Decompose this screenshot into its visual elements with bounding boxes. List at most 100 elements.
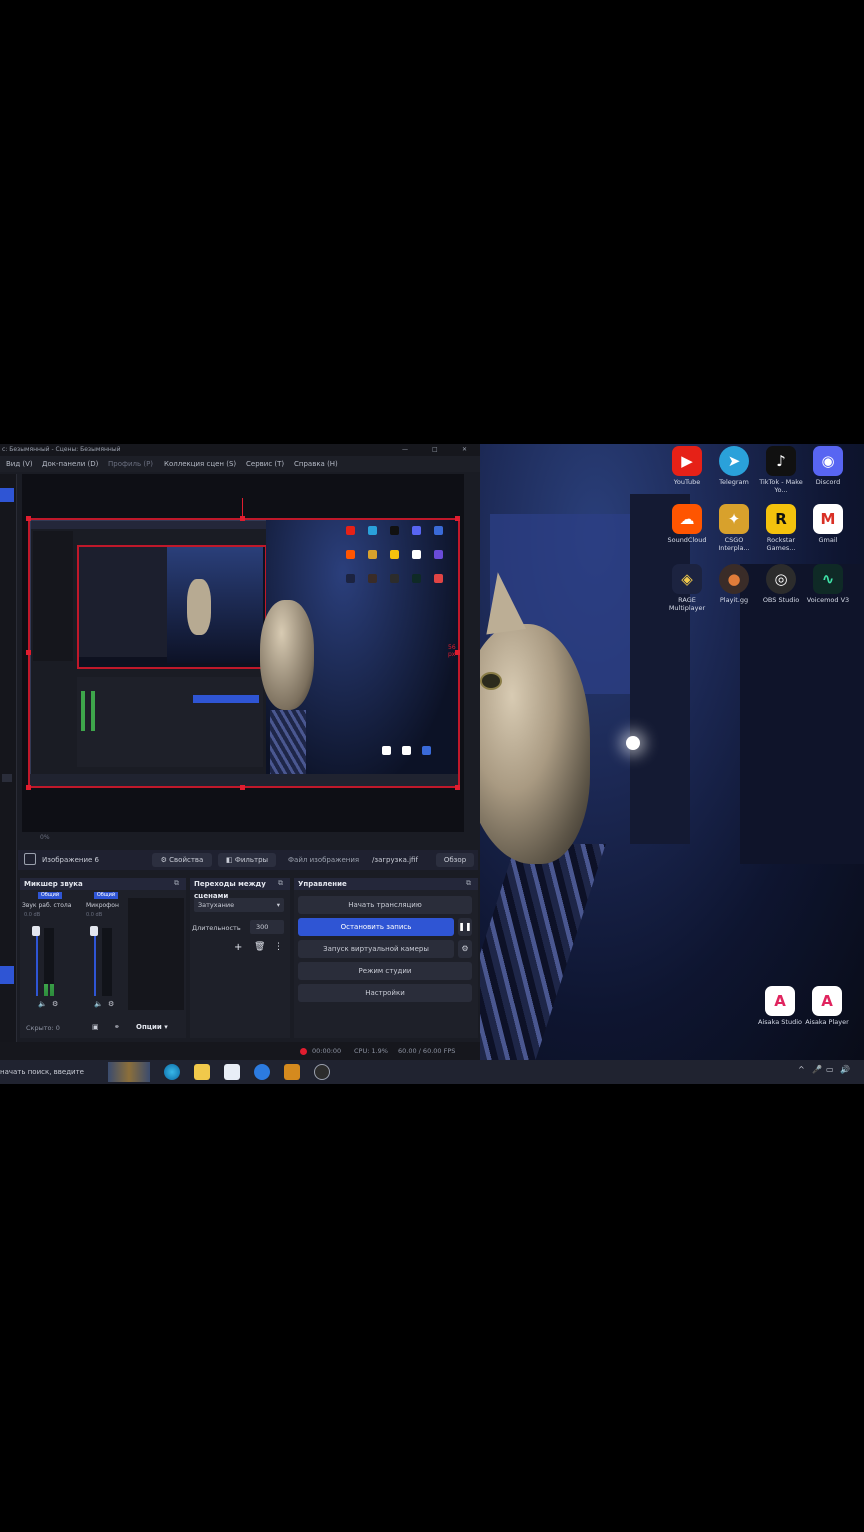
start-streaming-button[interactable]: Начать трансляцию — [298, 896, 472, 914]
resize-handle[interactable] — [240, 785, 245, 790]
resize-handle[interactable] — [26, 650, 31, 655]
start-virtual-camera-button[interactable]: Запуск виртуальной камеры — [298, 940, 454, 958]
more-icon[interactable]: ⋮ — [274, 942, 283, 952]
cpu-usage: CPU: 1.9% — [354, 1047, 388, 1055]
resize-handle[interactable] — [26, 516, 31, 521]
maximize-icon[interactable]: □ — [432, 444, 438, 456]
layout-icon[interactable]: ▣ — [92, 1023, 99, 1031]
channel1-tag: Общий — [38, 892, 62, 899]
desktop-icon[interactable]: ◎ OBS Studio — [758, 564, 804, 604]
menu-profile[interactable]: Профиль (P) — [108, 456, 153, 472]
nested-obs-deeper — [79, 547, 167, 657]
gmail-icon: M — [813, 504, 843, 534]
desktop-icon[interactable]: A Aisaka Studio — [757, 986, 803, 1026]
volume-knob-1[interactable] — [32, 926, 40, 936]
preview-canvas[interactable]: 56 px — [22, 474, 464, 832]
volume-slider-2[interactable] — [94, 928, 96, 996]
desktop-icon[interactable]: A Aisaka Player — [804, 986, 850, 1026]
edge-icon[interactable] — [164, 1064, 180, 1080]
distance-label: 56 px — [448, 644, 456, 658]
menu-tools[interactable]: Сервис (T) — [246, 456, 284, 472]
minimize-icon[interactable]: — — [402, 444, 408, 456]
recording-indicator-icon — [300, 1048, 307, 1055]
properties-label: Свойства — [169, 856, 204, 864]
store-icon[interactable] — [224, 1064, 240, 1080]
hidden-count: Скрыто: 0 — [26, 1024, 60, 1032]
mixer-empty-area — [128, 898, 184, 1010]
properties-button[interactable]: ⚙ Свойства — [152, 853, 212, 867]
dock-button[interactable] — [2, 774, 12, 782]
filters-button[interactable]: ◧ Фильтры — [218, 853, 276, 867]
desktop-icon-label: CSGO Interpla... — [718, 536, 750, 552]
transition-select[interactable]: Затухание ▾ — [194, 898, 284, 912]
obs-icon[interactable] — [314, 1064, 330, 1080]
resize-handle[interactable] — [26, 785, 31, 790]
search-placeholder[interactable]: начать поиск, введите — [0, 1060, 84, 1084]
menu-docks[interactable]: Док-панели (D) — [42, 456, 98, 472]
settings-icon[interactable]: ⚙ — [52, 1000, 58, 1008]
transitions-dock: Переходы между сценами ⧉ Затухание ▾ Дли… — [190, 878, 290, 1038]
controls-title: Управление — [294, 878, 478, 890]
link-icon[interactable]: ⚭ — [114, 1023, 120, 1031]
csgo-icon: ✦ — [719, 504, 749, 534]
microphone-icon[interactable]: 🎤 — [812, 1065, 822, 1074]
duration-input[interactable]: 300 — [250, 920, 284, 934]
desktop-icon[interactable]: ♪ TikTok - Make Yo... — [758, 446, 804, 494]
scenes-dock-collapsed[interactable] — [0, 474, 17, 1060]
studio-mode-button[interactable]: Режим студии — [298, 962, 472, 980]
desktop-icon[interactable]: ☁ SoundCloud — [664, 504, 710, 544]
desktop-icon[interactable]: ✦ CSGO Interpla... — [711, 504, 757, 552]
file-explorer-icon[interactable] — [194, 1064, 210, 1080]
menu-scene-collection[interactable]: Коллекция сцен (S) — [164, 456, 236, 472]
desktop-icon-label: Rockstar Games... — [766, 536, 796, 552]
app-icon[interactable] — [284, 1064, 300, 1080]
aisaka-player-icon: A — [812, 986, 842, 1016]
menu-view[interactable]: Вид (V) — [6, 456, 33, 472]
network-icon[interactable]: ▭ — [826, 1065, 834, 1074]
obs-window: с: Безымянный - Сцены: Безымянный — □ ✕ … — [0, 444, 480, 1060]
desktop-icon-label: Aisaka Player — [805, 1018, 849, 1026]
mail-icon[interactable] — [254, 1064, 270, 1080]
gear-icon[interactable]: ⚙ — [458, 940, 472, 958]
browse-button[interactable]: Обзор — [436, 853, 474, 867]
settings-icon[interactable]: ⚙ — [108, 1000, 114, 1008]
trash-icon[interactable]: 🗑 — [254, 942, 265, 952]
desktop-icon[interactable]: ∿ Voicemod V3 — [805, 564, 851, 604]
menu-help[interactable]: Справка (H) — [294, 456, 338, 472]
mute-icon[interactable]: 🔈 — [94, 1000, 103, 1008]
soundcloud-icon: ☁ — [672, 504, 702, 534]
nested-docks — [77, 677, 263, 767]
volume-icon[interactable]: 🔊 — [840, 1065, 850, 1074]
mixer-options-button[interactable]: Опции ▾ — [136, 1023, 168, 1031]
dock-float-icon[interactable]: ⧉ — [174, 879, 179, 888]
add-icon[interactable]: + — [234, 942, 242, 953]
volume-knob-2[interactable] — [90, 926, 98, 936]
cat-ear — [478, 569, 526, 635]
volume-slider-1[interactable] — [36, 928, 38, 996]
transition-type: Затухание — [198, 901, 235, 909]
scene-item-selected[interactable] — [0, 966, 14, 984]
dock-float-icon[interactable]: ⧉ — [278, 879, 283, 888]
desktop-icon[interactable]: ▶ YouTube — [664, 446, 710, 486]
desktop-icon[interactable]: ◈ RAGE Multiplayer — [664, 564, 710, 612]
nested-menu — [31, 521, 267, 529]
preview-source-selected[interactable] — [28, 518, 460, 788]
stop-recording-button[interactable]: Остановить запись — [298, 918, 454, 936]
desktop-icon[interactable]: M Gmail — [805, 504, 851, 544]
settings-button[interactable]: Настройки — [298, 984, 472, 1002]
desktop-icon[interactable]: R Rockstar Games... — [758, 504, 804, 552]
pause-icon[interactable]: ❚❚ — [458, 918, 472, 936]
desktop-icon[interactable]: ➤ Telegram — [711, 446, 757, 486]
mute-icon[interactable]: 🔈 — [38, 1000, 47, 1008]
youtube-icon: ▶ — [672, 446, 702, 476]
resize-handle[interactable] — [455, 516, 460, 521]
resize-handle[interactable] — [455, 785, 460, 790]
scene-item-selected[interactable] — [0, 488, 14, 502]
dock-float-icon[interactable]: ⧉ — [466, 879, 471, 888]
desktop-icon[interactable]: ◉ Discord — [805, 446, 851, 486]
desktop-icon[interactable]: ● Playit.gg — [711, 564, 757, 604]
close-icon[interactable]: ✕ — [462, 444, 467, 456]
channel2-name: Микрофон — [86, 902, 119, 909]
chevron-up-icon[interactable]: ^ — [798, 1065, 805, 1074]
duration-label: Длительность — [192, 924, 241, 932]
